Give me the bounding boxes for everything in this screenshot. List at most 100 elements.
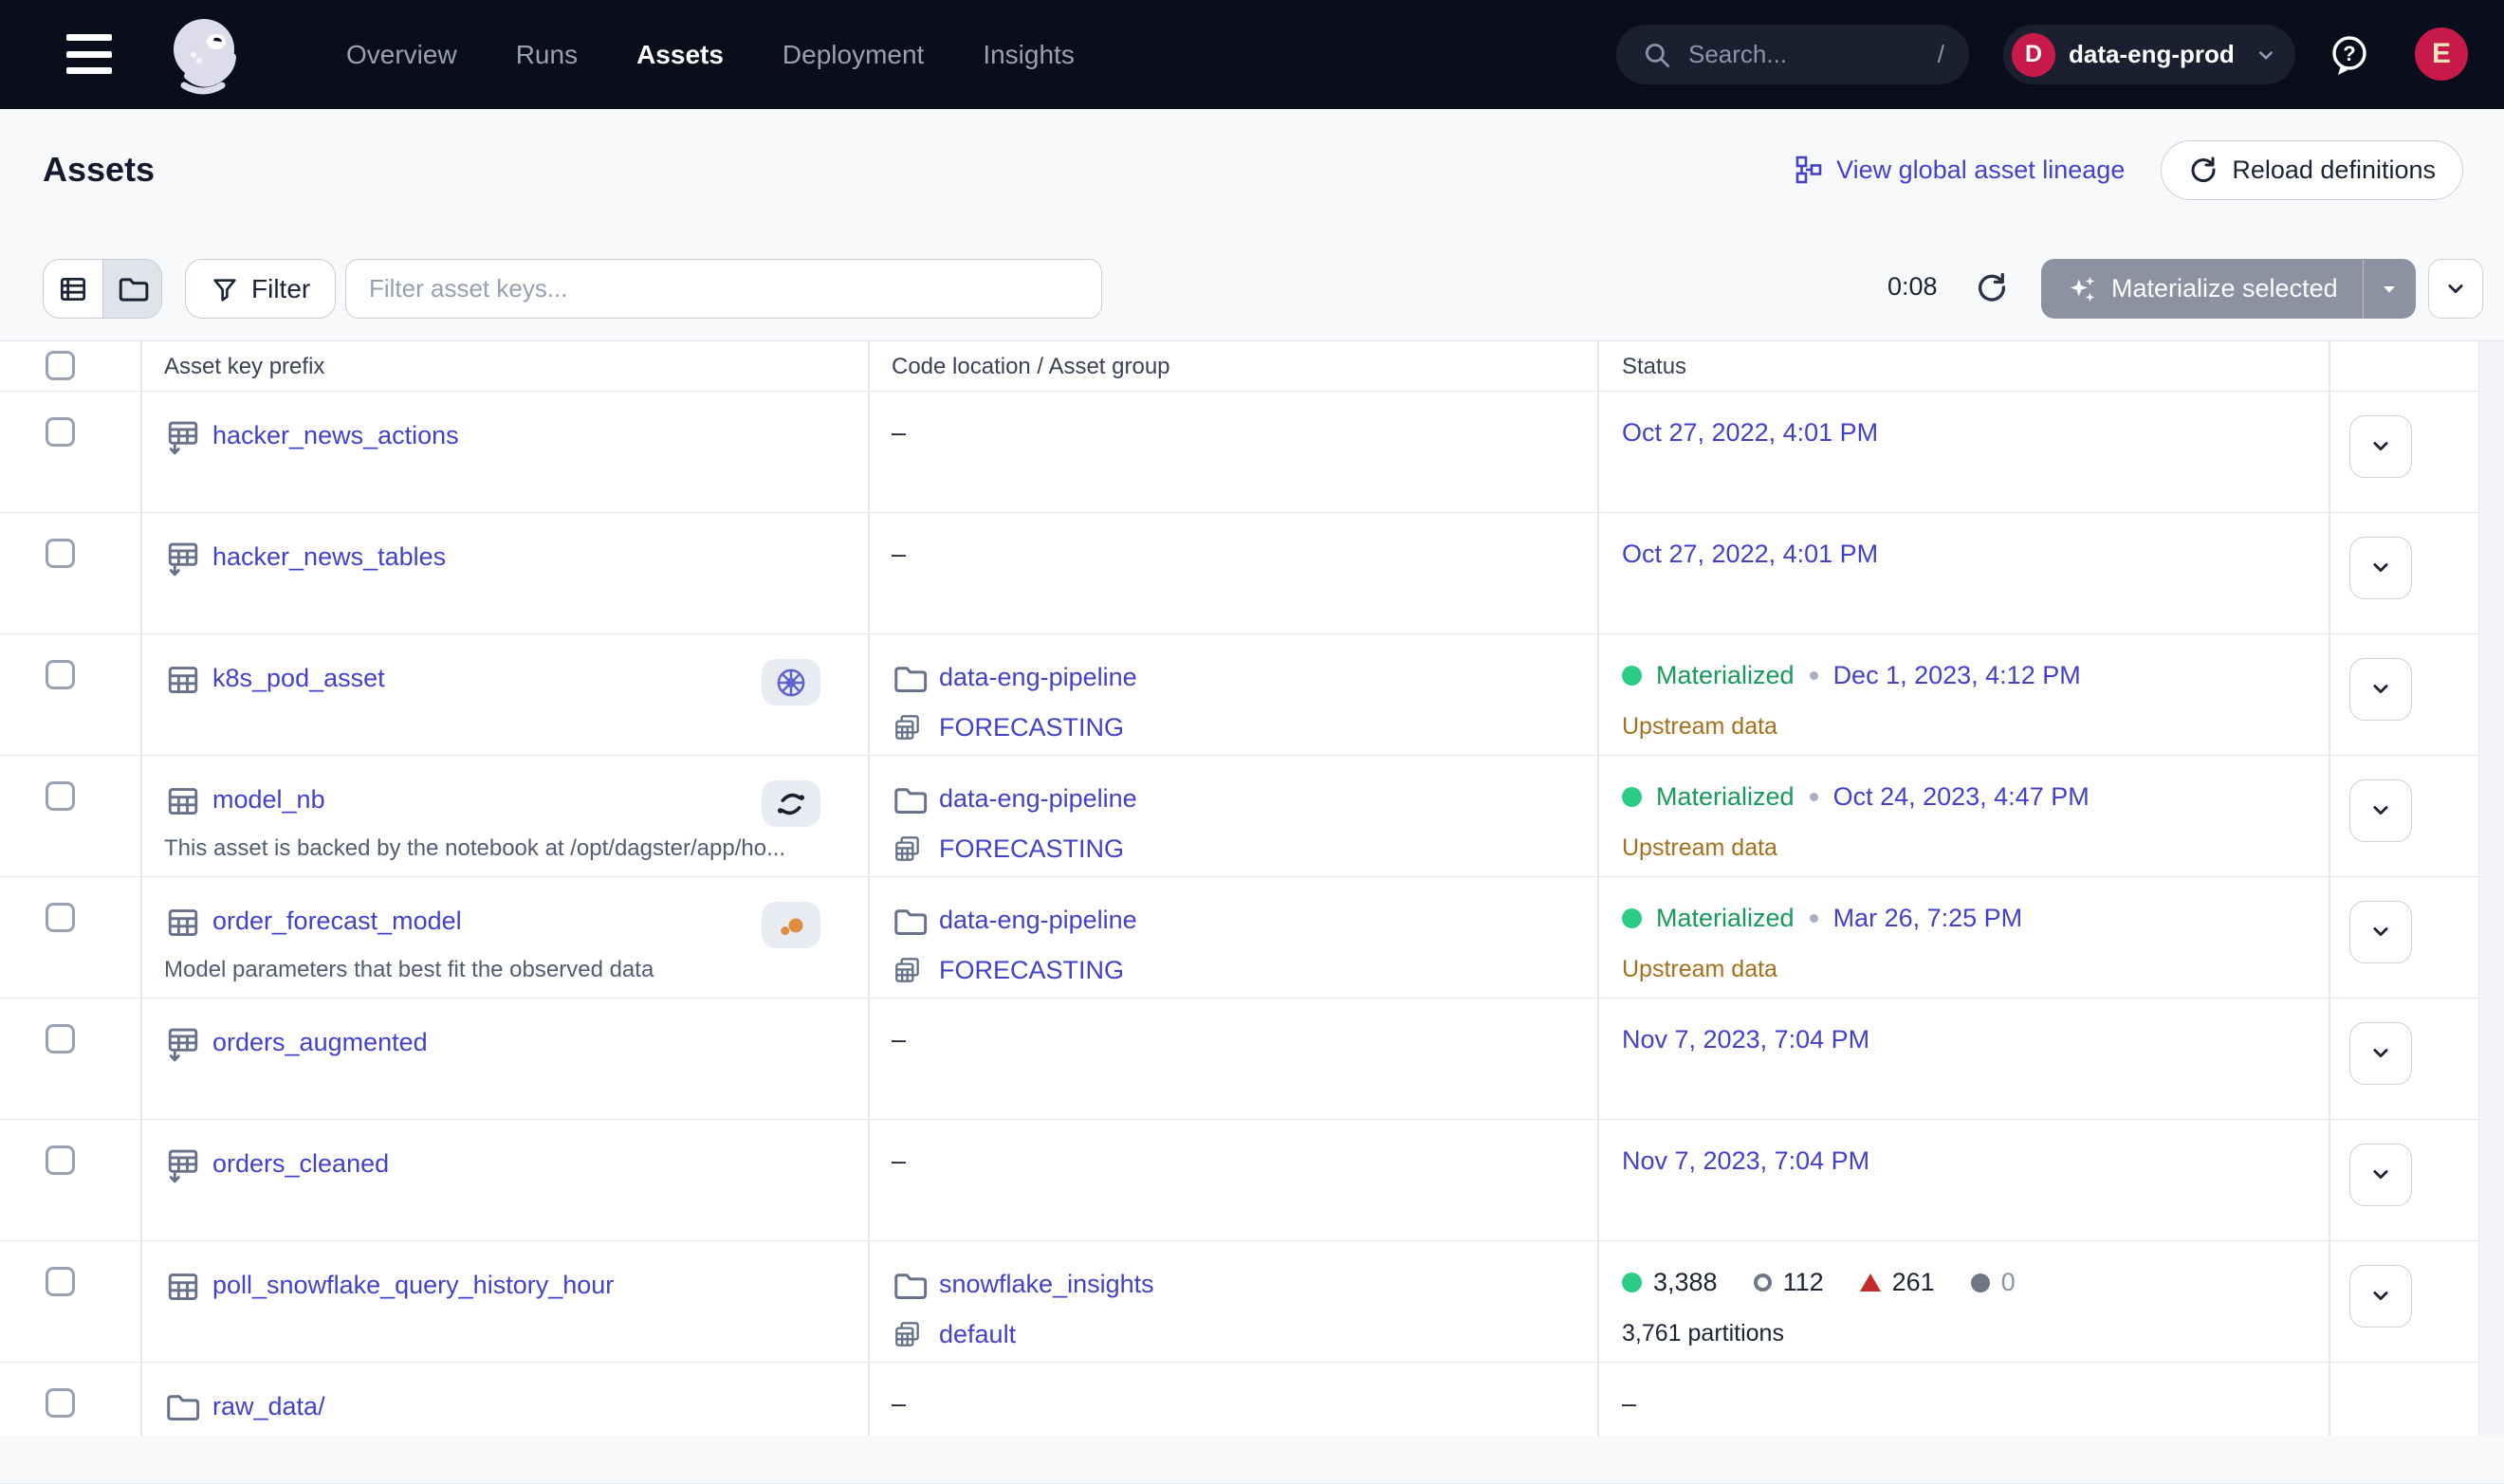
partition-status-cell: 3,3881122610 [1622, 1268, 2016, 1297]
row-expand-button[interactable] [2349, 415, 2412, 478]
asset-group: FORECASTING [892, 954, 1124, 986]
row-checkbox[interactable] [46, 539, 75, 568]
asset-key-link[interactable]: model_nb [212, 785, 325, 815]
asset-key-link[interactable]: k8s_pod_asset [212, 664, 385, 693]
table-row: k8s_pod_asset data-eng-pipeline FORECASTIN… [0, 634, 2504, 756]
row-expand-button[interactable] [2349, 1022, 2412, 1085]
asset-group-link[interactable]: FORECASTING [939, 834, 1124, 864]
materialize-selected-button[interactable]: Materialize selected [2041, 259, 2363, 319]
asset-key-link[interactable]: orders_augmented [212, 1028, 428, 1057]
row-checkbox[interactable] [46, 1267, 75, 1296]
refresh-icon[interactable] [1975, 270, 2009, 304]
separator-dot [1810, 671, 1818, 680]
asset-group-link[interactable]: FORECASTING [939, 713, 1124, 742]
filter-asset-keys-input[interactable] [345, 259, 1102, 319]
collapse-all-button[interactable] [2428, 259, 2483, 319]
compute-kind-badge [762, 659, 820, 705]
chevron-down-icon [2254, 43, 2278, 67]
asset-key-link[interactable]: raw_data/ [212, 1392, 325, 1421]
row-checkbox[interactable] [46, 1388, 75, 1418]
materialization-date-link[interactable]: Oct 27, 2022, 4:01 PM [1622, 418, 1878, 448]
reload-definitions-button[interactable]: Reload definitions [2161, 140, 2463, 200]
materialization-date-link[interactable]: Nov 7, 2023, 7:04 PM [1622, 1146, 1869, 1176]
materialization-date-link[interactable]: Oct 27, 2022, 4:01 PM [1622, 540, 1878, 569]
asset-group-link[interactable]: default [939, 1320, 1016, 1349]
reload-icon [2188, 155, 2219, 185]
row-checkbox[interactable] [46, 417, 75, 447]
missing-partitions-icon [1754, 1273, 1772, 1292]
asset-key-link[interactable]: orders_cleaned [212, 1149, 389, 1179]
materialization-date-link[interactable]: Nov 7, 2023, 7:04 PM [1622, 1025, 1869, 1054]
chevron-down-icon [2367, 1283, 2394, 1310]
status-cell: Nov 7, 2023, 7:04 PM [1622, 1025, 1869, 1054]
row-expand-button[interactable] [2349, 779, 2412, 842]
failed-partitions-icon [1860, 1273, 1881, 1292]
table-arrow-icon [164, 540, 202, 577]
svg-text:?: ? [2343, 42, 2355, 65]
upstream-data-note: Upstream data [1622, 956, 1777, 983]
filter-button[interactable]: Filter [185, 259, 336, 319]
materialized-dot [1622, 666, 1642, 686]
asset-group-link[interactable]: FORECASTING [939, 956, 1124, 985]
table-row: raw_data/–– [0, 1363, 2504, 1484]
nav-item-insights[interactable]: Insights [983, 40, 1075, 70]
scrollbar-track[interactable] [2478, 341, 2504, 1436]
row-checkbox[interactable] [46, 1145, 75, 1175]
asset-key-link[interactable]: hacker_news_tables [212, 542, 446, 572]
nav-item-runs[interactable]: Runs [516, 40, 578, 70]
materialize-options-caret[interactable] [2363, 259, 2416, 319]
partitions-total-note: 3,761 partitions [1622, 1320, 1784, 1347]
row-expand-button[interactable] [2349, 1265, 2412, 1328]
asset-group: default [892, 1318, 1016, 1350]
table-arrow-icon [164, 418, 202, 456]
asset-key-link[interactable]: hacker_news_actions [212, 421, 459, 450]
row-expand-button[interactable] [2349, 901, 2412, 963]
asset-key-link[interactable]: order_forecast_model [212, 907, 462, 936]
search-shortcut: / [1938, 40, 1944, 69]
row-checkbox[interactable] [46, 1024, 75, 1053]
code-location: data-eng-pipeline [892, 904, 1137, 936]
select-all-checkbox[interactable] [46, 351, 75, 380]
deployment-name: data-eng-prod [2069, 40, 2240, 69]
code-location-link[interactable]: data-eng-pipeline [939, 663, 1137, 692]
upstream-data-note: Upstream data [1622, 713, 1777, 741]
code-location-link[interactable]: data-eng-pipeline [939, 906, 1137, 935]
global-search[interactable]: Search... / [1616, 25, 1969, 84]
sheets-icon [892, 1318, 924, 1350]
user-avatar[interactable]: E [2415, 27, 2468, 81]
deployment-switcher[interactable]: D data-eng-prod [2003, 25, 2295, 84]
code-location-link[interactable]: snowflake_insights [939, 1270, 1154, 1299]
nav-item-assets[interactable]: Assets [636, 40, 724, 70]
materialization-date-link[interactable]: Mar 26, 7:25 PM [1833, 904, 2023, 933]
row-expand-button[interactable] [2349, 1144, 2412, 1206]
help-icon[interactable]: ? [2326, 31, 2373, 79]
table-icon [164, 782, 202, 820]
row-expand-button[interactable] [2349, 658, 2412, 721]
list-view-button[interactable] [44, 260, 102, 318]
row-expand-button[interactable] [2349, 537, 2412, 599]
chevron-down-icon [2367, 797, 2394, 824]
row-checkbox[interactable] [46, 660, 75, 689]
sheets-icon [892, 954, 924, 986]
code-location-link[interactable]: data-eng-pipeline [939, 784, 1137, 814]
view-global-asset-lineage-link[interactable]: View global asset lineage [1793, 155, 2125, 185]
chevron-down-icon [2367, 919, 2394, 945]
materialization-date-link[interactable]: Oct 24, 2023, 4:47 PM [1833, 782, 2090, 812]
funnel-icon [211, 275, 239, 303]
materialized-label: Materialized [1656, 661, 1795, 690]
row-checkbox[interactable] [46, 903, 75, 932]
row-checkbox[interactable] [46, 781, 75, 811]
nav-item-overview[interactable]: Overview [346, 40, 457, 70]
nav-item-deployment[interactable]: Deployment [782, 40, 924, 70]
stale-partitions-icon [1971, 1273, 1990, 1292]
chevron-down-icon [2367, 555, 2394, 581]
dagster-logo-icon[interactable] [159, 8, 254, 102]
materialization-date-link[interactable]: Dec 1, 2023, 4:12 PM [1833, 661, 2081, 690]
missing-partitions-count: 112 [1783, 1268, 1824, 1297]
table-icon [164, 661, 202, 699]
table-body: hacker_news_actions–Oct 27, 2022, 4:01 P… [0, 392, 2504, 1436]
folder-view-button[interactable] [102, 260, 161, 318]
table-row: hacker_news_tables–Oct 27, 2022, 4:01 PM [0, 513, 2504, 634]
asset-key-link[interactable]: poll_snowflake_query_history_hour [212, 1271, 614, 1300]
hamburger-menu-icon[interactable] [66, 34, 112, 74]
